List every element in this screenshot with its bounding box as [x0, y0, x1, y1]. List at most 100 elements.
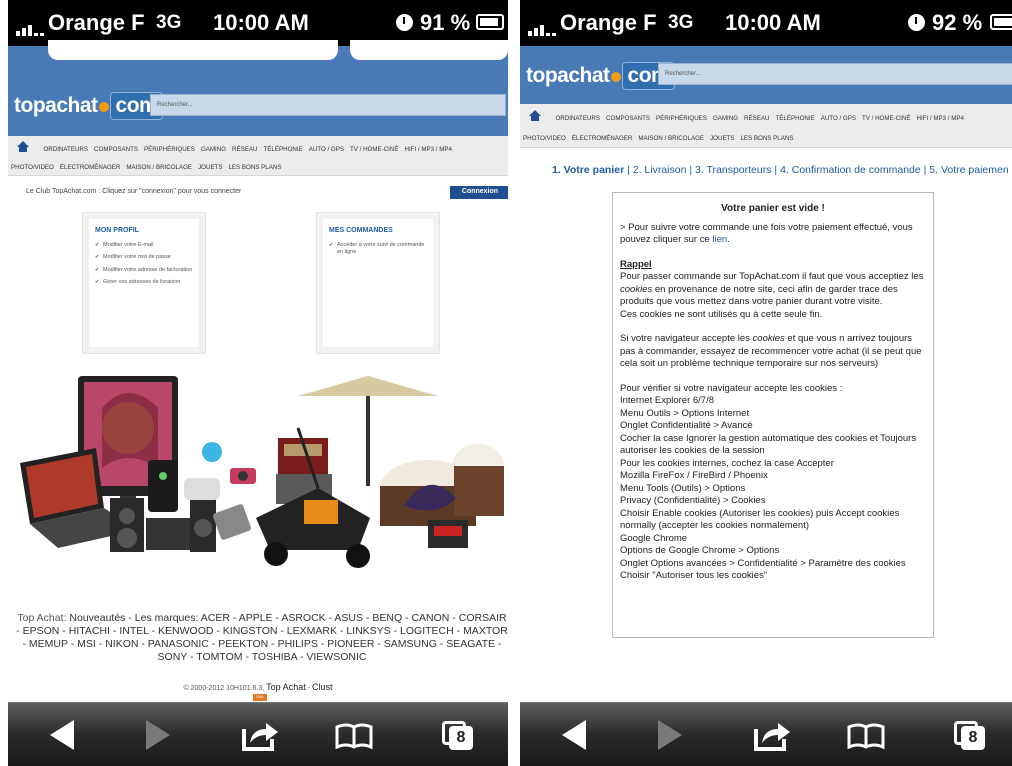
- profil-link-billing-address[interactable]: Modifier votre adresse de facturation: [95, 267, 193, 274]
- step-transporteurs[interactable]: 3. Transporteurs: [695, 164, 771, 176]
- xml-badge[interactable]: XML: [253, 694, 267, 701]
- brand-link[interactable]: INTEL: [119, 625, 148, 637]
- brand-link[interactable]: SEAGATE: [446, 638, 495, 650]
- nav-item-maison-bricolage[interactable]: MAISON / BRICOLAGE: [123, 159, 195, 176]
- site-logo[interactable]: topachat com: [14, 92, 164, 120]
- nav-row-2: PHOTO/VIDEO ÉLECTROMÉNAGER MAISON / BRICOL…: [520, 127, 1012, 145]
- brand-link[interactable]: LEXMARK: [287, 625, 337, 637]
- nav-item-jouets[interactable]: JOUETS: [195, 159, 225, 176]
- brand-link[interactable]: PHILIPS: [278, 638, 318, 650]
- footer-link-nouveautes[interactable]: Nouveautés: [69, 612, 125, 624]
- nav-item-r-seau[interactable]: RÉSEAU: [741, 110, 772, 127]
- nav-row-1: ORDINATEURS COMPOSANTS PÉRIPHÉRIQUES GAMING…: [8, 138, 508, 156]
- nav-item-p-riph-riques[interactable]: PÉRIPHÉRIQUES: [653, 110, 710, 127]
- nav-item-auto-gps[interactable]: AUTO / GPS: [818, 110, 859, 127]
- battery-percent: 92 %: [932, 10, 983, 35]
- brand-link[interactable]: PIONEER: [327, 638, 374, 650]
- nav-item-maison-bricolage[interactable]: MAISON / BRICOLAGE: [635, 130, 707, 147]
- profil-link-password[interactable]: Modifier votre mot de passe: [95, 254, 193, 261]
- rappel-section: Rappel Pour passer commande sur TopAchat…: [620, 259, 926, 322]
- nav-item-hifi-mp3-mp4[interactable]: HIFI / MP3 / MP4: [914, 110, 967, 127]
- url-field-edge[interactable]: [48, 40, 338, 60]
- back-button[interactable]: [44, 717, 84, 753]
- brand-link[interactable]: KINGSTON: [223, 625, 278, 637]
- brand-link[interactable]: CORSAIR: [459, 612, 507, 624]
- search-input[interactable]: Rechercher...: [150, 94, 506, 116]
- brand-link[interactable]: ACER: [201, 612, 230, 624]
- brand-link[interactable]: KENWOOD: [158, 625, 213, 637]
- nav-item-gaming[interactable]: GAMING: [710, 110, 741, 127]
- brand-link[interactable]: SAMSUNG: [384, 638, 437, 650]
- forward-button[interactable]: [136, 717, 176, 753]
- profil-link-delivery-addresses[interactable]: Gérer vos adresses de livraison: [95, 279, 193, 286]
- brand-link[interactable]: CANON: [411, 612, 449, 624]
- nav-item--lectrom-nager[interactable]: ÉLECTROMÉNAGER: [57, 159, 124, 176]
- brand-link[interactable]: TOSHIBA: [252, 651, 297, 663]
- tabs-count: 8: [449, 726, 473, 750]
- home-icon[interactable]: [528, 109, 542, 122]
- footer-link-clust[interactable]: Clust: [312, 682, 333, 692]
- brand-link[interactable]: TOMTOM: [196, 651, 242, 663]
- brand-link[interactable]: BENQ: [372, 612, 402, 624]
- instruction-line: Choisir Enable cookies (Autoriser les co…: [620, 507, 900, 532]
- footer-copyright: © 2000-2012 10H101.6.3, Top Achat - Clus…: [183, 682, 333, 692]
- nav-item-ordinateurs[interactable]: ORDINATEURS: [552, 110, 603, 127]
- step-livraison[interactable]: 2. Livraison: [633, 164, 687, 176]
- home-icon[interactable]: [16, 140, 30, 153]
- step-confirmation[interactable]: 4. Confirmation de commande: [780, 164, 921, 176]
- nav-item-photo-video[interactable]: PHOTO/VIDEO: [8, 159, 57, 176]
- brand-link[interactable]: MAXTOR: [463, 625, 508, 637]
- nav-item-photo-video[interactable]: PHOTO/VIDEO: [520, 130, 569, 147]
- brand-link[interactable]: PEEKTON: [218, 638, 268, 650]
- nav-item-les-bons-plans[interactable]: LES BONS PLANS: [225, 159, 284, 176]
- search-input[interactable]: Rechercher...: [658, 63, 1012, 85]
- brand-link[interactable]: LOGITECH: [400, 625, 454, 637]
- footer-link-topachat[interactable]: Top Achat: [266, 682, 306, 692]
- mes-commandes-panel: MES COMMANDES Accéder à votre suivi de c…: [316, 212, 440, 354]
- tabs-count: 8: [961, 726, 985, 750]
- nav-item--lectrom-nager[interactable]: ÉLECTROMÉNAGER: [569, 130, 636, 147]
- nav-item-t-l-phonie[interactable]: TÉLÉPHONIE: [773, 110, 818, 127]
- tabs-button[interactable]: 8: [950, 717, 990, 753]
- retry-text: Si votre navigateur accepte les cookies …: [620, 333, 922, 369]
- brand-link[interactable]: VIEWSONIC: [306, 651, 366, 663]
- share-icon: [242, 723, 278, 751]
- forward-button[interactable]: [648, 717, 688, 753]
- instruction-line: Menu Tools (Outils) > Options: [620, 482, 746, 494]
- tabs-button[interactable]: 8: [438, 717, 478, 753]
- search-field-edge[interactable]: [350, 40, 508, 60]
- brand-link[interactable]: APPLE: [239, 612, 273, 624]
- nav-item-les-bons-plans[interactable]: LES BONS PLANS: [737, 130, 796, 147]
- instruction-line: Google Chrome: [620, 532, 688, 544]
- brand-link[interactable]: ASROCK: [281, 612, 325, 624]
- nav-item-tv-home-cin-[interactable]: TV / HOME-CINÉ: [859, 110, 913, 127]
- brand-link[interactable]: MSI: [77, 638, 96, 650]
- brand-link[interactable]: HITACHI: [69, 625, 110, 637]
- step-panier[interactable]: 1. Votre panier: [552, 164, 624, 176]
- brand-link[interactable]: MEMUP: [29, 638, 68, 650]
- order-tracking-link[interactable]: lien: [712, 234, 727, 245]
- bookmarks-button[interactable]: [334, 717, 374, 753]
- alarm-clock-icon: [396, 14, 413, 31]
- brand-link[interactable]: EPSON: [23, 625, 60, 637]
- browser-toolbar: 8: [520, 702, 1012, 766]
- share-button[interactable]: [752, 717, 792, 753]
- brand-link[interactable]: PANASONIC: [148, 638, 209, 650]
- back-button[interactable]: [556, 717, 596, 753]
- share-button[interactable]: [240, 717, 280, 753]
- instruction-line: Onglet Options avancées > Confidentialit…: [620, 557, 906, 569]
- brand-link[interactable]: NIKON: [105, 638, 138, 650]
- commandes-link-tracking[interactable]: Accéder à votre suivi de commande en lig…: [329, 242, 427, 257]
- connexion-button[interactable]: Connexion: [450, 186, 508, 199]
- nav-item-jouets[interactable]: JOUETS: [707, 130, 737, 147]
- site-logo[interactable]: topachat com: [526, 62, 676, 90]
- step-paiement[interactable]: 5. Votre paiemen: [929, 164, 1008, 176]
- brand-link[interactable]: ASUS: [334, 612, 363, 624]
- brand-link[interactable]: SONY: [158, 651, 188, 663]
- products-banner-image: [20, 376, 504, 568]
- bookmarks-button[interactable]: [846, 717, 886, 753]
- brand-link[interactable]: LINKSYS: [346, 625, 390, 637]
- nav-item-composants[interactable]: COMPOSANTS: [603, 110, 653, 127]
- mon-profil-panel: MON PROFIL Modifier votre E-mail Modifie…: [82, 212, 206, 354]
- profil-link-email[interactable]: Modifier votre E-mail: [95, 242, 193, 249]
